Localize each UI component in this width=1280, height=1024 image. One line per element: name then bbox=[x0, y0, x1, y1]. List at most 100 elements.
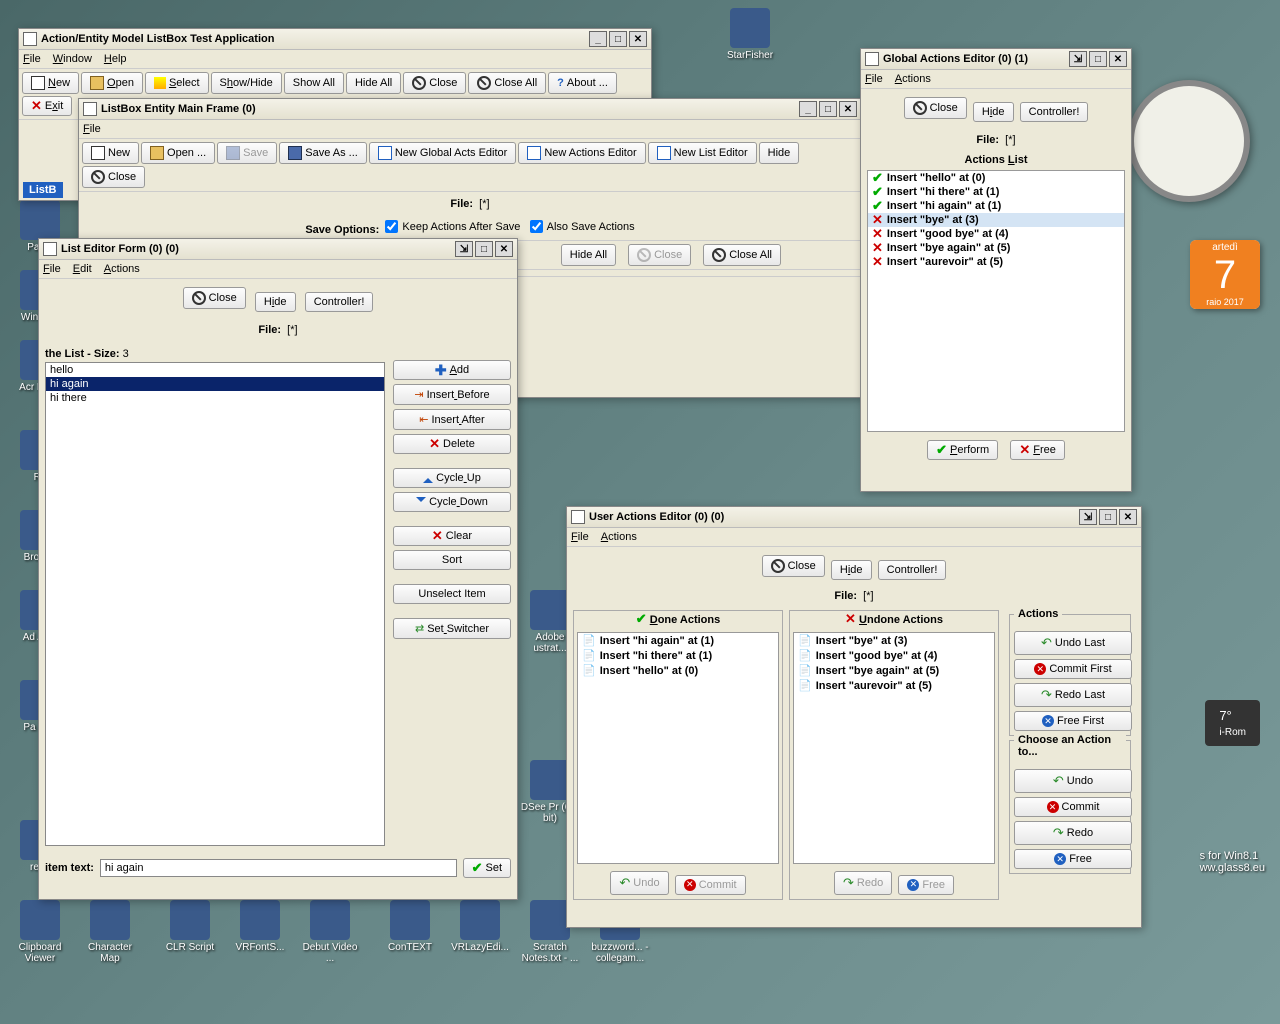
action-row[interactable]: ✔Insert "hi again" at (1) bbox=[868, 199, 1124, 213]
menu-file[interactable]: File bbox=[83, 123, 101, 135]
menu-actions[interactable]: Actions bbox=[601, 531, 637, 543]
action-row[interactable]: ✕Insert "aurevoir" at (5) bbox=[868, 255, 1124, 269]
undone-row[interactable]: 📄Insert "bye" at (3) bbox=[794, 633, 994, 648]
restore-button[interactable]: ⇲ bbox=[1069, 51, 1087, 67]
controller-button[interactable]: Controller! bbox=[878, 560, 947, 580]
titlebar[interactable]: User Actions Editor (0) (0) ⇲ □ ✕ bbox=[567, 507, 1141, 528]
free-first-button[interactable]: ✕Free First bbox=[1014, 711, 1132, 731]
menu-window[interactable]: Window bbox=[53, 53, 92, 65]
set-button[interactable]: ✔Set bbox=[463, 858, 511, 878]
minimize-button[interactable]: _ bbox=[589, 31, 607, 47]
action-row[interactable]: ✔Insert "hello" at (0) bbox=[868, 171, 1124, 185]
hideall-button[interactable]: Hide All bbox=[561, 244, 616, 266]
new-button[interactable]: New bbox=[22, 72, 79, 94]
saveas-button[interactable]: Save As ... bbox=[279, 142, 367, 164]
done-list[interactable]: 📄Insert "hi again" at (1)📄Insert "hi the… bbox=[577, 632, 779, 864]
titlebar[interactable]: Action/Entity Model ListBox Test Applica… bbox=[19, 29, 651, 50]
menu-help[interactable]: Help bbox=[104, 53, 127, 65]
desktop-icon[interactable]: Character Map bbox=[80, 900, 140, 964]
titlebar[interactable]: List Editor Form (0) (0) ⇲ □ ✕ bbox=[39, 239, 517, 260]
open-button[interactable]: Open ... bbox=[141, 142, 215, 164]
commit-choose-button[interactable]: ✕Commit bbox=[1014, 797, 1132, 817]
redo-choose-button[interactable]: ↷Redo bbox=[1014, 821, 1132, 845]
insert-before-button[interactable]: ⇥Insert Before bbox=[393, 384, 511, 405]
menu-actions[interactable]: Actions bbox=[895, 73, 931, 85]
menu-file[interactable]: File bbox=[571, 531, 589, 543]
perform-button[interactable]: ✔Perform bbox=[927, 440, 998, 460]
desktop-icon[interactable]: ConTEXT bbox=[380, 900, 440, 953]
action-row[interactable]: ✕Insert "bye again" at (5) bbox=[868, 241, 1124, 255]
closeall-button[interactable]: Close All bbox=[468, 72, 546, 94]
item-text-input[interactable] bbox=[100, 859, 457, 877]
set-switcher-button[interactable]: ⇄Set Switcher bbox=[393, 618, 511, 639]
undone-row[interactable]: 📄Insert "aurevoir" at (5) bbox=[794, 678, 994, 693]
cycle-up-button[interactable]: Cycle Up bbox=[393, 468, 511, 488]
closeall-button[interactable]: Close All bbox=[703, 244, 781, 266]
maximize-button[interactable]: □ bbox=[609, 31, 627, 47]
list-row[interactable]: hi there bbox=[46, 391, 384, 405]
close-button2[interactable]: Close bbox=[762, 555, 825, 577]
insert-after-button[interactable]: ⇤Insert After bbox=[393, 409, 511, 430]
menu-file[interactable]: File bbox=[865, 73, 883, 85]
undone-row[interactable]: 📄Insert "good bye" at (4) bbox=[794, 648, 994, 663]
free-button[interactable]: ✕Free bbox=[1010, 440, 1065, 460]
desktop-icon[interactable]: Clipboard Viewer bbox=[10, 900, 70, 964]
menu-edit[interactable]: Edit bbox=[73, 263, 92, 275]
undone-list[interactable]: 📄Insert "bye" at (3)📄Insert "good bye" a… bbox=[793, 632, 995, 864]
cycle-down-button[interactable]: Cycle Down bbox=[393, 492, 511, 512]
hide-button[interactable]: Hide bbox=[831, 560, 872, 580]
close-button[interactable]: ✕ bbox=[495, 241, 513, 257]
chk-keep-actions[interactable]: Keep Actions After Save bbox=[385, 220, 520, 233]
new-actions-editor-button[interactable]: New Actions Editor bbox=[518, 142, 645, 164]
maximize-button[interactable]: □ bbox=[1089, 51, 1107, 67]
action-row[interactable]: ✔Insert "hi there" at (1) bbox=[868, 185, 1124, 199]
maximize-button[interactable]: □ bbox=[1099, 509, 1117, 525]
controller-button[interactable]: Controller! bbox=[1020, 102, 1089, 122]
action-row[interactable]: ✕Insert "bye" at (3) bbox=[868, 213, 1124, 227]
free-choose-button[interactable]: ✕Free bbox=[1014, 849, 1132, 869]
desktop-icon[interactable]: CLR Script bbox=[160, 900, 220, 953]
exit-button[interactable]: ✕Exit bbox=[22, 96, 72, 116]
hide-button[interactable]: Hide bbox=[973, 102, 1014, 122]
hideall-button[interactable]: Hide All bbox=[346, 72, 401, 94]
controller-button[interactable]: Controller! bbox=[305, 292, 374, 312]
unselect-item-button[interactable]: Unselect Item bbox=[393, 584, 511, 604]
redo-last-button[interactable]: ↷Redo Last bbox=[1014, 683, 1132, 707]
desktop-icon[interactable]: VRLazyEdi... bbox=[450, 900, 510, 953]
close-button[interactable]: ✕ bbox=[839, 101, 857, 117]
add-button[interactable]: ✚Add bbox=[393, 360, 511, 380]
menu-actions[interactable]: Actions bbox=[104, 263, 140, 275]
undone-row[interactable]: 📄Insert "bye again" at (5) bbox=[794, 663, 994, 678]
restore-button[interactable]: ⇲ bbox=[1079, 509, 1097, 525]
list-item[interactable]: ListB bbox=[23, 182, 63, 198]
sort-button[interactable]: Sort bbox=[393, 550, 511, 570]
list-row[interactable]: hi again bbox=[46, 377, 384, 391]
about-button[interactable]: ?About ... bbox=[548, 72, 617, 94]
new-global-acts-button[interactable]: New Global Acts Editor bbox=[369, 142, 517, 164]
clear-button[interactable]: ✕Clear bbox=[393, 526, 511, 546]
desktop-icon[interactable]: StarFisher bbox=[720, 8, 780, 61]
commit-first-button[interactable]: ✕Commit First bbox=[1014, 659, 1132, 679]
select-button[interactable]: Select bbox=[145, 72, 209, 94]
restore-button[interactable]: ⇲ bbox=[455, 241, 473, 257]
titlebar[interactable]: Global Actions Editor (0) (1) ⇲ □ ✕ bbox=[861, 49, 1131, 70]
action-row[interactable]: ✕Insert "good bye" at (4) bbox=[868, 227, 1124, 241]
minimize-button[interactable]: _ bbox=[799, 101, 817, 117]
close-button2[interactable]: Close bbox=[403, 72, 466, 94]
done-row[interactable]: 📄Insert "hello" at (0) bbox=[578, 663, 778, 678]
showhide-button[interactable]: Show/Hide bbox=[211, 72, 282, 94]
delete-button[interactable]: ✕Delete bbox=[393, 434, 511, 454]
close-button[interactable]: ✕ bbox=[1119, 509, 1137, 525]
list-row[interactable]: hello bbox=[46, 363, 384, 377]
close-button[interactable]: ✕ bbox=[1109, 51, 1127, 67]
hide-button[interactable]: Hide bbox=[759, 142, 800, 164]
new-button[interactable]: New bbox=[82, 142, 139, 164]
titlebar[interactable]: ListBox Entity Main Frame (0) _ □ ✕ bbox=[79, 99, 861, 120]
maximize-button[interactable]: □ bbox=[819, 101, 837, 117]
the-list[interactable]: hellohi againhi there bbox=[45, 362, 385, 846]
hide-button[interactable]: Hide bbox=[255, 292, 296, 312]
menu-file[interactable]: File bbox=[23, 53, 41, 65]
maximize-button[interactable]: □ bbox=[475, 241, 493, 257]
close-button2[interactable]: Close bbox=[183, 287, 246, 309]
actions-list[interactable]: ✔Insert "hello" at (0)✔Insert "hi there"… bbox=[867, 170, 1125, 432]
